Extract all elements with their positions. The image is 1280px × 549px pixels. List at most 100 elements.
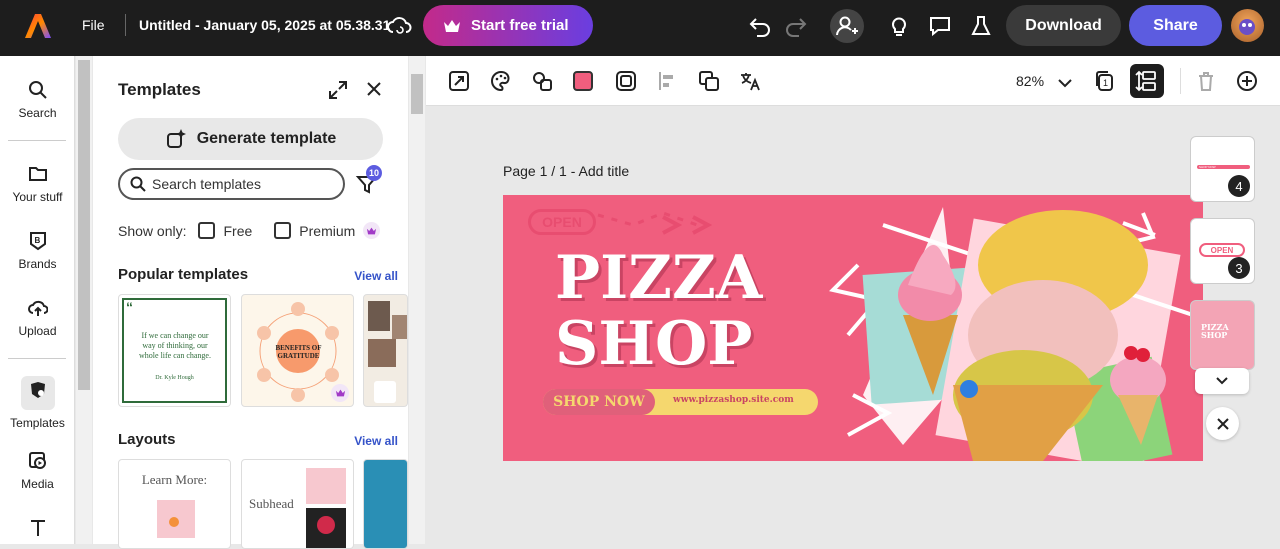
close-icon [1216, 417, 1229, 430]
invite-button[interactable] [830, 9, 864, 43]
start-free-trial-button[interactable]: Start free trial [423, 5, 593, 46]
svg-text:B: B [34, 236, 40, 245]
divider [125, 14, 126, 36]
nav-label: Media [21, 477, 54, 491]
url-text: www.pizzashop.site.com [673, 395, 794, 405]
layout-text: Learn More: [141, 472, 208, 487]
top-bar: File Untitled - January 05, 2025 at 05.3… [0, 0, 1280, 56]
left-nav: Search Your stuff B Brands Upload Templa… [0, 56, 75, 544]
divider [8, 140, 66, 141]
divider [1180, 68, 1181, 94]
open-tag: OPEN [528, 209, 596, 235]
canvas-toolbar: 82% 1 [426, 56, 1280, 106]
premium-checkbox[interactable] [274, 222, 292, 239]
layout-card-1[interactable]: Learn More: [118, 459, 231, 549]
layout-text: Subhead [249, 496, 294, 511]
page-thumbnail-4[interactable]: SHOP NOW 4 [1190, 136, 1255, 202]
templates-panel: Templates Generate template Search templ… [93, 56, 408, 549]
nav-text[interactable] [0, 518, 75, 544]
border-icon[interactable] [615, 70, 637, 92]
add-person-icon [836, 16, 858, 36]
flask-icon[interactable] [969, 14, 993, 38]
popular-view-all-link[interactable]: View all [354, 269, 398, 283]
chevron-down-icon[interactable] [1054, 72, 1076, 94]
generate-label: Generate template [196, 130, 337, 147]
page-thumbnail-3[interactable]: OPEN 3 [1190, 218, 1255, 284]
nav-label: Templates [10, 416, 65, 430]
media-icon [28, 452, 46, 469]
free-checkbox[interactable] [198, 222, 216, 239]
panel-scrollbar[interactable] [409, 56, 425, 544]
comment-icon[interactable] [928, 14, 952, 38]
nav-upload[interactable]: Upload [0, 298, 75, 338]
document-title[interactable]: Untitled - January 05, 2025 at 05.38.31 [139, 17, 390, 33]
avatar[interactable] [1231, 9, 1264, 42]
chevron-down-icon [1216, 377, 1228, 385]
design-canvas[interactable]: OPEN PIZZA SHOP SHOP NOW www.pizzashop.s… [503, 195, 1203, 461]
template-card-photos[interactable] [363, 294, 408, 407]
cloud-sync-icon[interactable] [386, 14, 412, 38]
page-count-badge: 4 [1228, 175, 1250, 197]
add-page-icon[interactable] [1236, 70, 1258, 92]
crown-icon [444, 19, 460, 32]
banner-title-line2: SHOP [555, 309, 753, 379]
duplicate-icon[interactable] [698, 70, 720, 92]
nav-label: Upload [18, 324, 57, 338]
template-card-gratitude[interactable]: BENEFITS OF GRATITUDE [241, 294, 354, 407]
undo-icon[interactable] [748, 14, 772, 38]
thumb-tag: PIZZA SHOP [1201, 322, 1229, 340]
panel-title: Templates [118, 80, 201, 99]
brand-icon: B [29, 232, 46, 251]
nav-media[interactable]: Media [0, 451, 75, 491]
align-icon[interactable] [657, 70, 679, 92]
layout-card-2[interactable]: Subhead [241, 459, 354, 549]
layouts-view-all-link[interactable]: View all [354, 434, 398, 448]
page-thumbnail-pizza[interactable]: PIZZA SHOP [1190, 300, 1255, 370]
nav-scrollbar[interactable] [76, 56, 92, 544]
search-placeholder: Search templates [152, 176, 261, 192]
reorder-pages-button[interactable] [1130, 64, 1164, 98]
nav-your-stuff[interactable]: Your stuff [0, 164, 75, 204]
generate-template-button[interactable]: Generate template [118, 118, 383, 160]
search-icon [130, 176, 146, 192]
download-button[interactable]: Download [1006, 5, 1121, 46]
scrollbar-thumb[interactable] [78, 60, 90, 390]
expand-icon[interactable] [328, 80, 348, 100]
shapes-icon[interactable] [531, 70, 553, 92]
add-title-link[interactable]: Add title [579, 163, 630, 179]
sparkle-template-icon [166, 129, 186, 148]
text-icon [30, 520, 45, 536]
zoom-level[interactable]: 82% [1016, 73, 1044, 89]
palette-icon[interactable] [490, 70, 512, 92]
page-label: Page 1 / 1 - Add title [503, 163, 629, 179]
page-number: Page 1 / 1 - [503, 163, 576, 179]
page-count-badge: 3 [1228, 257, 1250, 279]
pages-icon[interactable]: 1 [1094, 70, 1116, 92]
lightbulb-icon[interactable] [887, 14, 911, 38]
premium-label: Premium [299, 222, 356, 239]
search-input[interactable]: Search templates [118, 168, 345, 200]
template-card-quote[interactable]: “ If we can change our way of thinking, … [118, 294, 231, 407]
nav-templates[interactable]: Templates [0, 376, 75, 430]
trash-icon[interactable] [1195, 70, 1217, 92]
nav-brands[interactable]: B Brands [0, 231, 75, 271]
close-icon[interactable] [366, 81, 382, 97]
nav-label: Search [18, 106, 57, 120]
translate-icon[interactable] [739, 70, 761, 92]
adobe-express-logo[interactable] [24, 12, 52, 40]
nav-search[interactable]: Search [0, 80, 75, 120]
premium-crown-icon [331, 384, 349, 402]
thumb-tag: SHOP NOW [1199, 165, 1216, 169]
fill-color-swatch[interactable] [573, 71, 593, 91]
share-button[interactable]: Share [1129, 5, 1222, 46]
layout-card-3[interactable] [363, 459, 408, 549]
scroll-pages-down-button[interactable] [1195, 368, 1249, 394]
redo-icon[interactable] [784, 14, 808, 38]
file-menu[interactable]: File [82, 17, 105, 33]
folder-icon [28, 167, 47, 181]
scrollbar-thumb[interactable] [411, 74, 423, 114]
layouts-heading: Layouts [118, 431, 176, 448]
thumb-tag: OPEN [1199, 243, 1245, 257]
close-pages-button[interactable] [1206, 407, 1239, 440]
resize-icon[interactable] [448, 70, 470, 92]
